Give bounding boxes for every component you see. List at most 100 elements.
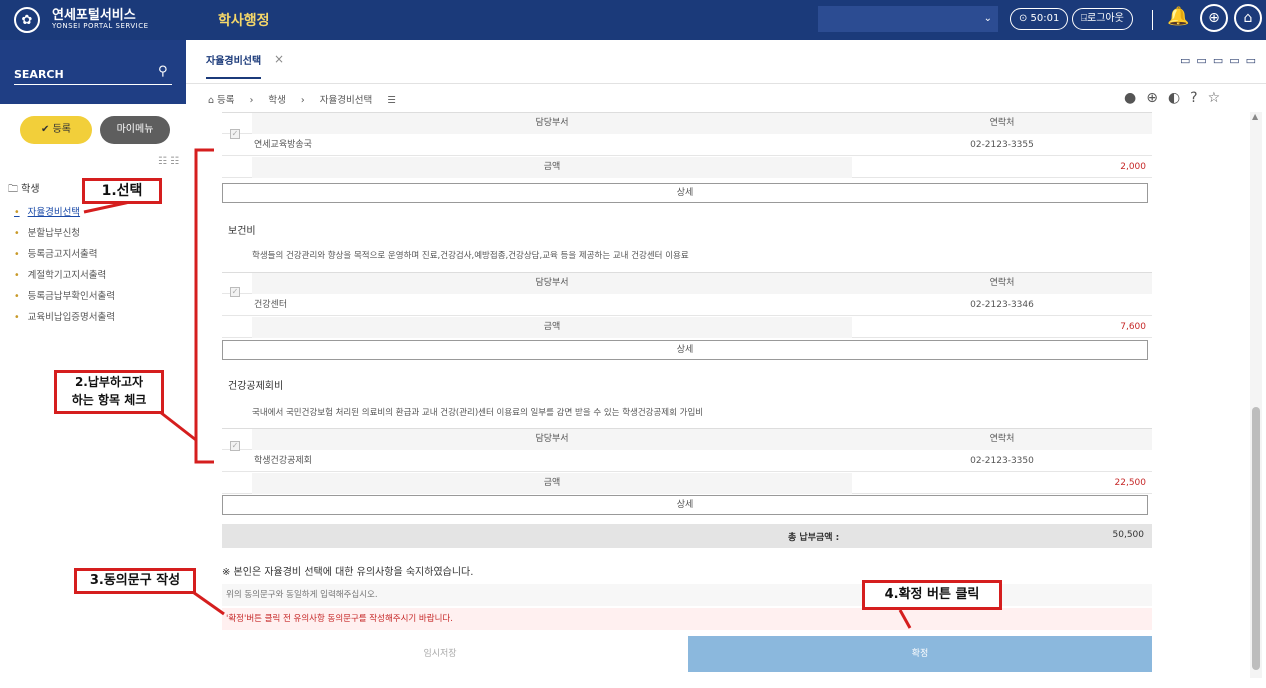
fee-grid-broadcast: ✓ 담당부서 연락처 연세교육방송국 02-2123-3355 금액 2,000 [222, 112, 1152, 184]
tab-bar: 자율경비선택 × ▭▭▭▭▭ [186, 40, 1266, 84]
consent-warning: '확정'버튼 클릭 전 유의사항 동의문구를 작성해주시기 바랍니다. [222, 608, 1152, 630]
detail-button-broadcast[interactable]: 상세 [222, 183, 1148, 203]
fee-grid-health: ✓ 담당부서 연락처 건강센터 02-2123-3346 금액 7,600 [222, 272, 1152, 338]
dept-value: 건강센터 [254, 300, 288, 310]
contact-header: 연락처 [852, 113, 1152, 134]
university-seal-icon: ✿ [14, 7, 40, 33]
section-title-health: 보건비 [228, 226, 256, 237]
brand-text: 연세포털서비스 YONSEI PORTAL SERVICE [52, 8, 149, 31]
sidebar-item-tuition-bill[interactable]: • 등록금고지서출력 [14, 246, 115, 267]
top-bar: ✿ 연세포털서비스 YONSEI PORTAL SERVICE 학사행정 ⌄ ⊙… [0, 0, 1266, 40]
sidebar-item-autonomous-fee[interactable]: • 자율경비선택 [14, 204, 115, 225]
breadcrumb-student[interactable]: 학생 [268, 95, 285, 106]
annotation-pointer [159, 410, 197, 442]
annotation-step1: 1.선택 [82, 178, 162, 204]
logo[interactable]: ✿ 연세포털서비스 YONSEI PORTAL SERVICE [0, 0, 200, 40]
sidebar-item-label: 등록금고지서출력 [27, 249, 98, 260]
close-icon[interactable]: × [274, 52, 284, 66]
brand-sub: YONSEI PORTAL SERVICE [52, 22, 149, 31]
dept-header: 담당부서 [252, 113, 852, 134]
amount-label: 금액 [252, 473, 852, 494]
section-desc-health: 학생들의 건강관리와 향상을 목적으로 운영하며 진료,건강검사,예방접종,건강… [252, 251, 689, 261]
breadcrumb-home[interactable]: ⌂ 등록 [208, 95, 235, 106]
sidebar-item-label: 계절학기고지서출력 [27, 270, 107, 281]
sidebar-item-label: 자율경비선택 [27, 207, 81, 218]
top-menu-title[interactable]: 학사행정 [218, 10, 270, 30]
consent-title: ※ 본인은 자율경비 선택에 대한 유의사항을 숙지하였습니다. [222, 567, 474, 578]
sidebar-item-edu-certificate[interactable]: • 교육비납입증명서출력 [14, 309, 115, 330]
breadcrumb-separator: › [300, 95, 305, 106]
toolbar-icons[interactable]: ●⊕◐?☆ [1124, 90, 1230, 106]
table-row: 학생건강공제회 02-2123-3350 [222, 451, 1152, 472]
breadcrumb-separator: › [249, 95, 254, 106]
table-row: 건강센터 02-2123-3346 [222, 295, 1152, 316]
sidebar-search[interactable]: SEARCH ⚲ [0, 40, 186, 104]
sidebar-item-label: 교육비납입증명서출력 [27, 312, 116, 323]
dept-value: 학생건강공제회 [254, 456, 312, 466]
my-menu-button[interactable]: 마이메뉴 [100, 116, 170, 144]
breadcrumb: ⌂ 등록 › 학생 › 자율경비선택 ☰ [208, 92, 408, 106]
detail-button-health[interactable]: 상세 [222, 340, 1148, 360]
contact-header: 연락처 [852, 273, 1152, 294]
contact-value: 02-2123-3355 [970, 140, 1034, 150]
bullet-icon: • [14, 270, 20, 281]
logout-button[interactable]: ⍈로그아웃 [1072, 8, 1133, 30]
bullet-icon: • [14, 291, 20, 302]
tree-root-student[interactable]: 🗀 학생 [8, 180, 40, 199]
bullet-icon: • [14, 228, 20, 239]
menu-icon[interactable]: ☰ [387, 95, 396, 106]
table-row: ✓ 담당부서 연락처 [222, 429, 1152, 451]
table-row: 금액 2,000 [222, 157, 1152, 178]
temp-save-button[interactable]: 임시저장 [204, 636, 676, 672]
bell-icon[interactable]: 🔔 [1167, 6, 1189, 27]
amount-label: 금액 [252, 157, 852, 178]
section-title-health-mutual: 건강공제회비 [228, 381, 284, 392]
contact-value: 02-2123-3350 [970, 456, 1034, 466]
sidebar-item-label: 등록금납부확인서출력 [27, 291, 116, 302]
sidebar-item-payment-confirm[interactable]: • 등록금납부확인서출력 [14, 288, 115, 309]
dept-header: 담당부서 [252, 273, 852, 294]
search-label: SEARCH [14, 68, 64, 81]
section-desc-health-mutual: 국내에서 국민건강보험 처리된 의료비의 환급과 교내 건강(관리)센터 이용료… [252, 408, 704, 418]
annotation-step2-line1: 2.납부하고자 [74, 375, 144, 389]
bullet-icon: • [14, 207, 20, 218]
annotation-step2-line2: 하는 항목 체크 [71, 393, 147, 407]
globe-icon[interactable]: ⊕ [1200, 4, 1228, 32]
bullet-icon: • [14, 249, 20, 260]
scroll-up-icon[interactable]: ▲ [1252, 112, 1258, 121]
search-icon[interactable]: ⚲ [158, 64, 168, 79]
home-icon[interactable]: ⌂ [1234, 4, 1262, 32]
table-row: ✓ 담당부서 연락처 [222, 113, 1152, 139]
amount-value: 22,500 [1114, 478, 1147, 488]
confirm-button[interactable]: 확정 [688, 636, 1152, 672]
sidebar-tree: • 자율경비선택 • 분할납부신청 • 등록금고지서출력 • 계절학기고지서출력 • 등록… [14, 204, 115, 330]
total-label: 총 납부금액 : [788, 533, 840, 543]
detail-button-health-mutual[interactable]: 상세 [222, 495, 1148, 515]
consent-input[interactable] [222, 584, 1152, 606]
search-underline [14, 84, 172, 85]
session-timer[interactable]: ⊙ 50:01 [1010, 8, 1069, 30]
content-scrollbar[interactable]: ▲ [1250, 112, 1262, 678]
dept-header: 담당부서 [252, 429, 852, 450]
annotation-step2: 2.납부하고자 하는 항목 체크 [54, 370, 164, 414]
role-select[interactable]: ⌄ [818, 6, 998, 32]
scroll-thumb[interactable] [1252, 407, 1260, 670]
table-row: 연세교육방송국 02-2123-3355 [222, 135, 1152, 156]
window-layout-icons[interactable]: ▭▭▭▭▭ [1180, 54, 1262, 67]
fee-grid-health-mutual: ✓ 담당부서 연락처 학생건강공제회 02-2123-3350 금액 22,50… [222, 428, 1152, 494]
fee-checkbox-health-mutual[interactable]: ✓ [230, 441, 240, 451]
breadcrumb-current: 자율경비선택 [319, 95, 373, 106]
main-menu-button[interactable]: ✔ 등록 [20, 116, 92, 144]
total-value: 50,500 [1112, 530, 1145, 540]
tab-autonomous-fee[interactable]: 자율경비선택 [206, 52, 262, 79]
contact-header: 연락처 [852, 429, 1152, 450]
chevron-down-icon: ⌄ [983, 13, 992, 24]
sidebar-item-installment[interactable]: • 분할납부신청 [14, 225, 115, 246]
table-row: 금액 7,600 [222, 317, 1152, 338]
amount-label: 금액 [252, 317, 852, 338]
tree-toggle-icons[interactable]: ☷ ☷ [158, 156, 179, 167]
sidebar-item-season-bill[interactable]: • 계절학기고지서출력 [14, 267, 115, 288]
annotation-step4: 4.확정 버튼 클릭 [862, 580, 1002, 610]
dept-value: 연세교육방송국 [254, 140, 312, 150]
divider [1152, 10, 1153, 30]
